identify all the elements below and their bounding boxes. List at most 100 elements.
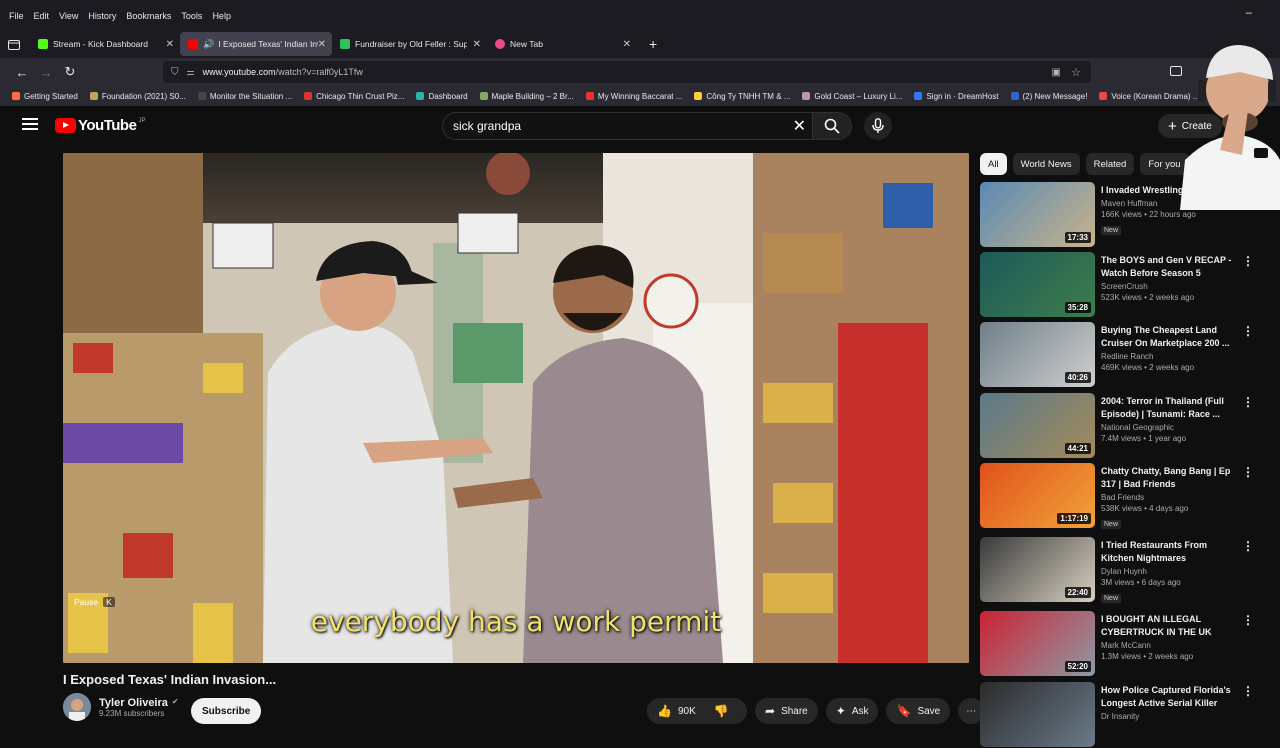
recommended-title[interactable]: I Tried Restaurants From Kitchen Nightma… <box>1101 539 1241 565</box>
ask-button[interactable]: ✦ Ask <box>825 698 879 724</box>
video-thumbnail[interactable]: 1:17:19 <box>980 463 1095 528</box>
menu-tools[interactable]: Tools <box>181 11 202 21</box>
video-thumbnail[interactable]: 44:21 <box>980 393 1095 458</box>
close-icon[interactable]: ✕ <box>318 39 326 50</box>
bookmark-item[interactable]: Gold Coast – Luxury Li... <box>802 92 902 101</box>
recommended-channel[interactable]: Dylan Huynh <box>1101 567 1241 576</box>
recommended-channel[interactable]: ScreenCrush <box>1101 282 1241 291</box>
chip-world-news[interactable]: World News <box>1012 153 1080 175</box>
bookmark-item[interactable]: Công Ty TNHH TM & ... <box>694 92 790 101</box>
bookmark-item[interactable]: Monitor the Situation ... <box>197 92 292 101</box>
video-thumbnail[interactable]: 35:28 <box>980 252 1095 317</box>
more-options-icon[interactable]: ⋮ <box>1242 684 1254 698</box>
recommended-title[interactable]: I BOUGHT AN ILLEGAL CYBERTRUCK IN THE UK <box>1101 613 1241 639</box>
recommended-channel[interactable]: Redline Ranch <box>1101 352 1241 361</box>
bookmark-item[interactable]: Foundation (2021) S0... <box>89 92 186 101</box>
bookmark-item[interactable]: Maple Building – 2 Br... <box>479 92 574 101</box>
bookmark-item[interactable]: Getting Started <box>12 92 78 101</box>
bookmark-item[interactable]: Sign in · DreamHost <box>914 92 999 101</box>
recommended-video[interactable]: 22:40 I Tried Restaurants From Kitchen Ni… <box>980 537 1270 603</box>
save-button[interactable]: 🔖 Save <box>886 698 951 724</box>
video-thumbnail[interactable]: 22:40 <box>980 537 1095 602</box>
menu-help[interactable]: Help <box>212 11 231 21</box>
voice-search-button[interactable] <box>864 112 892 140</box>
menu-icon[interactable] <box>22 118 38 130</box>
more-options-icon[interactable]: ⋮ <box>1242 395 1254 409</box>
reader-view-icon[interactable]: ▣ <box>1052 67 1061 78</box>
menu-view[interactable]: View <box>59 11 78 21</box>
page-info-icon[interactable]: ⚌ <box>187 67 195 78</box>
reload-icon[interactable]: ↻ <box>58 64 82 80</box>
more-options-icon[interactable]: ⋮ <box>1242 324 1254 338</box>
youtube-header: YouTube JP sick grandpa ✕ + Create <box>0 106 1280 146</box>
tab-youtube[interactable]: 🔊 I Exposed Texas' Indian Inva ✕ <box>180 32 332 56</box>
tab-new[interactable]: New Tab ✕ <box>487 32 637 56</box>
bookmark-item[interactable]: (2) New Message! <box>1010 91 1088 101</box>
close-icon[interactable]: ✕ <box>623 39 631 50</box>
tab-kick[interactable]: Stream - Kick Dashboard ✕ <box>30 32 180 56</box>
recommended-video[interactable]: 52:20 I BOUGHT AN ILLEGAL CYBERTRUCK IN T… <box>980 611 1270 677</box>
shield-icon[interactable]: ⛉ <box>171 67 179 78</box>
new-badge: New <box>1101 226 1122 235</box>
close-icon[interactable]: ✕ <box>166 39 174 50</box>
video-title: I Exposed Texas' Indian Invasion... <box>63 672 277 687</box>
bookmark-item[interactable]: Chicago Thin Crust Piz... <box>304 92 404 101</box>
tab-list-icon[interactable] <box>8 38 30 50</box>
clear-search-icon[interactable]: ✕ <box>793 116 806 136</box>
speaker-icon[interactable]: 🔊 <box>203 39 214 50</box>
share-button[interactable]: ➦ Share <box>755 698 818 724</box>
menu-file[interactable]: File <box>9 11 24 21</box>
forward-icon[interactable]: → <box>34 65 58 80</box>
recommended-meta: 166K views • 22 hours ago <box>1101 210 1196 219</box>
video-thumbnail[interactable]: 52:20 <box>980 611 1095 676</box>
menu-edit[interactable]: Edit <box>34 11 50 21</box>
bookmark-item[interactable]: Dashboard <box>416 92 468 101</box>
recommended-channel[interactable]: Bad Friends <box>1101 493 1241 502</box>
subscribe-button[interactable]: Subscribe <box>191 698 262 724</box>
recommended-video[interactable]: 35:28 The BOYS and Gen V RECAP - Watch Be… <box>980 252 1270 318</box>
more-options-icon[interactable]: ⋮ <box>1242 613 1254 627</box>
recommended-title[interactable]: Buying The Cheapest Land Cruiser On Mark… <box>1101 324 1241 350</box>
channel-name[interactable]: Tyler Oliveira <box>99 697 168 709</box>
more-options-icon[interactable]: ⋮ <box>1242 254 1254 268</box>
recommended-title[interactable]: 2004: Terror in Thailand (Full Episode) … <box>1101 395 1241 421</box>
recommended-channel[interactable]: Mark McCann <box>1101 641 1241 650</box>
video-thumbnail[interactable]: 17:33 <box>980 182 1095 247</box>
more-options-icon[interactable]: ⋮ <box>1242 539 1254 553</box>
recommended-meta: 1.3M views • 2 weeks ago <box>1101 652 1194 661</box>
video-player[interactable]: Pause K everybody has a work permit <box>63 153 969 663</box>
chip-related[interactable]: Related <box>1085 153 1135 175</box>
recommended-title[interactable]: How Police Captured Florida's Longest Ac… <box>1101 684 1241 710</box>
like-button[interactable]: 👍 90K 👎 <box>647 698 747 724</box>
tab-fundraiser[interactable]: Fundraiser by Old Feller : Supp ✕ <box>332 32 487 56</box>
search-icon <box>824 118 840 134</box>
bookmark-label: (2) New Message! <box>1022 91 1088 101</box>
video-thumbnail[interactable]: 40:26 <box>980 322 1095 387</box>
bookmark-star-icon[interactable]: ☆ <box>1071 66 1081 79</box>
bookmark-item[interactable]: My Winning Baccarat ... <box>585 92 682 101</box>
video-thumbnail[interactable] <box>980 682 1095 747</box>
menu-bookmarks[interactable]: Bookmarks <box>126 11 171 21</box>
recommended-video[interactable]: 44:21 2004: Terror in Thailand (Full Epis… <box>980 393 1270 459</box>
youtube-logo[interactable]: YouTube JP <box>55 117 145 134</box>
recommended-video[interactable]: How Police Captured Florida's Longest Ac… <box>980 682 1270 748</box>
search-input[interactable]: sick grandpa ✕ <box>442 112 815 140</box>
recommended-title[interactable]: Chatty Chatty, Bang Bang | Ep 317 | Bad … <box>1101 465 1241 491</box>
recommended-video[interactable]: 40:26 Buying The Cheapest Land Cruiser On… <box>980 322 1270 388</box>
recommended-meta: 3M views • 6 days ago <box>1101 578 1181 587</box>
share-label: Share <box>781 705 808 717</box>
recommended-title[interactable]: The BOYS and Gen V RECAP - Watch Before … <box>1101 254 1241 280</box>
more-options-icon[interactable]: ⋮ <box>1242 465 1254 479</box>
new-tab-button[interactable]: + <box>649 36 657 52</box>
close-icon[interactable]: ✕ <box>473 39 481 50</box>
recommended-channel[interactable]: National Geographic <box>1101 423 1241 432</box>
chip-all[interactable]: All <box>980 153 1007 175</box>
search-button[interactable] <box>812 112 852 140</box>
address-bar[interactable]: ⛉ ⚌ www.youtube.com/watch?v=ralf0yL1Tfw … <box>163 61 1091 83</box>
menu-history[interactable]: History <box>88 11 116 21</box>
dislike-icon[interactable]: 👎 <box>714 704 729 718</box>
recommended-video[interactable]: 1:17:19 Chatty Chatty, Bang Bang | Ep 317… <box>980 463 1270 529</box>
avatar[interactable] <box>63 693 91 721</box>
back-icon[interactable]: ← <box>10 65 34 80</box>
minimize-button[interactable]: – <box>1246 7 1252 19</box>
